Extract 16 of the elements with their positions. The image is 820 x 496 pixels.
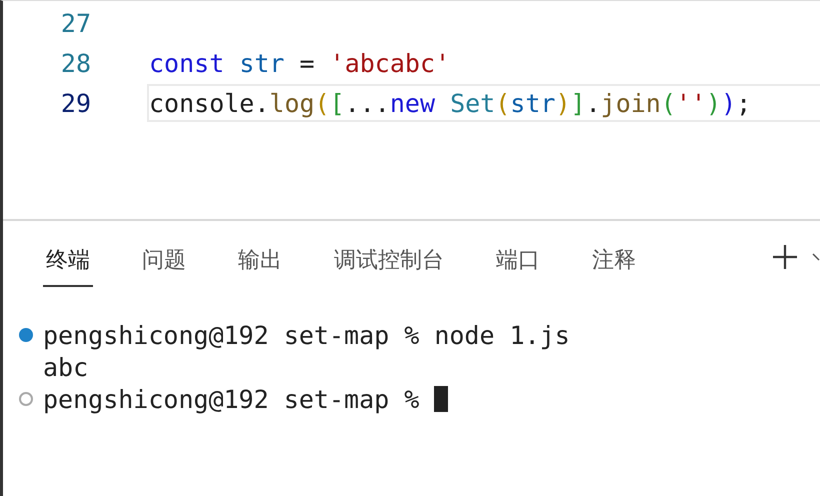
chevron-icon[interactable] [812,252,820,262]
line-number: 29 [60,88,91,118]
line-number: 27 [60,8,91,38]
panel-tab[interactable]: 调试控制台 [331,237,447,287]
panel-tab[interactable]: 输出 [235,237,285,287]
panel-tab[interactable]: 端口 [493,237,543,287]
line-number: 28 [60,48,91,78]
terminal-output: abc [43,352,88,382]
panel-tab[interactable]: 问题 [139,237,189,287]
plus-icon[interactable] [772,244,798,270]
panel-tab[interactable]: 注释 [589,237,639,287]
panel-tab[interactable]: 终端 [43,237,93,287]
code-line: const str = 'abcabc' [149,48,450,80]
terminal-prompt: pengshicong@192 set-map % node 1.js [43,320,570,350]
code-line: console.log([...new Set(str)].join('')); [149,88,752,120]
terminal-prompt: pengshicong@192 set-map % [43,384,420,414]
